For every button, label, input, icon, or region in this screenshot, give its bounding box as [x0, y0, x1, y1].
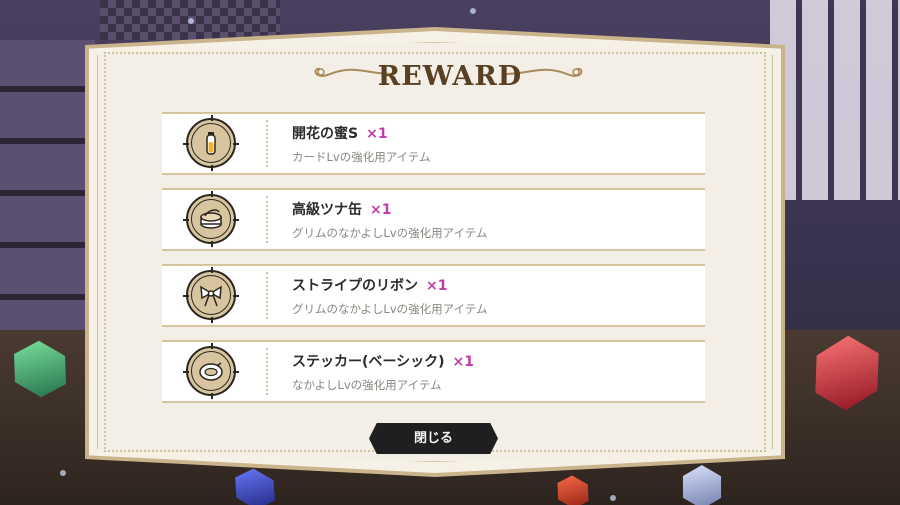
bubble-decoration: [610, 495, 616, 501]
reward-description: カードLvの強化用アイテム: [292, 150, 431, 164]
reward-name: 開花の蜜S ×1: [292, 126, 388, 142]
reward-row: ストライプのリボン ×1 グリムのなかよしLvの強化用アイテム: [162, 264, 705, 327]
row-separator: [266, 196, 268, 243]
reward-quantity: ×1: [426, 278, 448, 294]
reward-quantity: ×1: [366, 126, 388, 142]
tuna-can-icon: [200, 209, 222, 229]
row-separator: [266, 348, 268, 395]
reward-description: グリムのなかよしLvの強化用アイテム: [292, 226, 488, 240]
reward-icon-box: [162, 190, 266, 249]
reward-icon-box: [162, 266, 266, 325]
bubble-decoration: [188, 18, 194, 24]
reward-row: ステッカー(ベーシック) ×1 なかよしLvの強化用アイテム: [162, 340, 705, 403]
dialog-title: REWARD: [377, 61, 523, 92]
ribbon-bow-icon: [200, 285, 222, 307]
reward-name: 高級ツナ缶 ×1: [292, 202, 392, 218]
reward-description: グリムのなかよしLvの強化用アイテム: [292, 302, 488, 316]
reward-medal: [183, 115, 239, 171]
reward-row: 高級ツナ缶 ×1 グリムのなかよしLvの強化用アイテム: [162, 188, 705, 251]
reward-name: ステッカー(ベーシック) ×1: [292, 354, 475, 370]
reward-row: 開花の蜜S ×1 カードLvの強化用アイテム: [162, 112, 705, 175]
reward-icon-box: [162, 114, 266, 173]
row-separator: [266, 272, 268, 319]
reward-name: ストライプのリボン ×1: [292, 278, 448, 294]
close-button[interactable]: 閉じる: [369, 423, 498, 454]
bubble-decoration: [470, 8, 476, 14]
reward-quantity: ×1: [370, 202, 392, 218]
row-separator: [266, 120, 268, 167]
reward-icon-box: [162, 342, 266, 401]
reward-medal: [183, 191, 239, 247]
bubble-decoration: [60, 470, 66, 476]
reward-description: なかよしLvの強化用アイテム: [292, 378, 442, 392]
reward-medal: [183, 343, 239, 399]
sticker-icon: [199, 362, 223, 381]
background-bookshelf-left: [0, 40, 95, 340]
background-window-right: [770, 0, 900, 200]
reward-quantity: ×1: [452, 354, 475, 370]
honey-vial-icon: [206, 132, 216, 155]
dialog-title-wrap: REWARD: [300, 55, 600, 99]
reward-medal: [183, 267, 239, 323]
